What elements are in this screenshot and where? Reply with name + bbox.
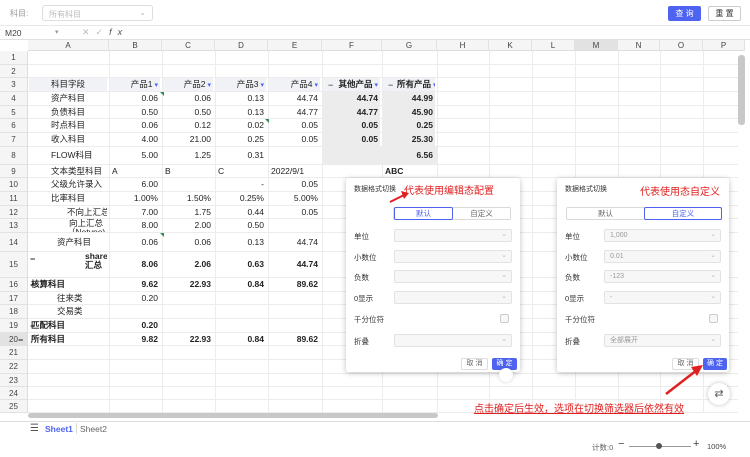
annotation-arrows xyxy=(389,191,703,395)
sheet-tab-bar: ☰ Sheet1 Sheet2 xyxy=(0,421,750,435)
menu-icon[interactable]: ☰ xyxy=(30,423,39,434)
float-toggle-small[interactable] xyxy=(499,368,513,382)
tab-sheet1[interactable]: Sheet1 xyxy=(45,424,73,434)
horizontal-scrollbar[interactable] xyxy=(28,413,438,418)
arrow-right xyxy=(665,369,698,395)
swap-icon[interactable]: ⇄ xyxy=(708,383,730,405)
tab-sheet2[interactable]: Sheet2 xyxy=(80,424,107,434)
zoom-in-icon[interactable]: + xyxy=(693,438,699,450)
zoom-handle[interactable] xyxy=(656,443,662,449)
zoom-out-icon[interactable]: − xyxy=(618,438,624,450)
status-bar: 计数:0 − + 100% xyxy=(0,435,750,457)
count-status: 计数:0 xyxy=(592,443,614,452)
tab-divider xyxy=(76,423,77,434)
vertical-scrollbar[interactable] xyxy=(738,55,745,125)
zoom-level: 100% xyxy=(707,442,727,451)
arrow-left xyxy=(389,194,405,203)
